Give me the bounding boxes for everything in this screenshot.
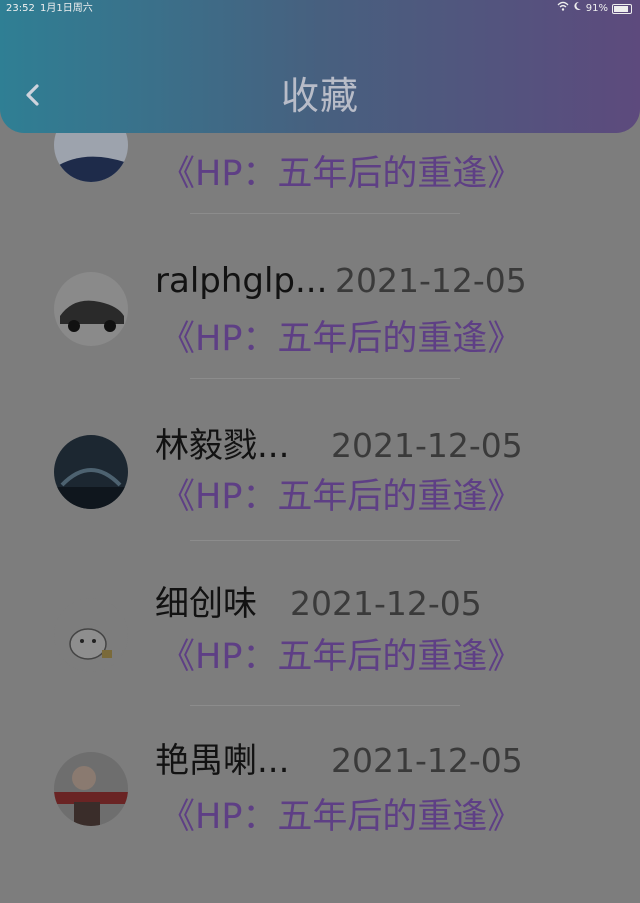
wifi-icon (557, 0, 569, 18)
favorite-date: 2021-12-05 (335, 261, 527, 300)
user-name: 细创味 (155, 584, 257, 624)
list-item[interactable]: ralphglp... 2021-12-05 《HP：五年后的重逢》 (0, 250, 640, 415)
divider (190, 540, 460, 541)
list-item[interactable]: 艳禺喇... 2021-12-05 《HP：五年后的重逢》 (0, 738, 640, 903)
battery-icon (612, 4, 632, 14)
favorite-date: 2021-12-05 (331, 426, 523, 465)
avatar (54, 435, 128, 509)
user-name: 艳禺喇... (155, 741, 290, 781)
avatar (54, 752, 128, 826)
battery-percent: 91% (585, 3, 608, 14)
book-title: 《HP：五年后的重逢》 (160, 637, 523, 677)
divider (190, 705, 460, 706)
book-title: 《HP：五年后的重逢》 (160, 319, 523, 359)
favorite-date: 2021-12-05 (290, 584, 482, 623)
status-bar: 23:52 1月1日周六 91% (0, 0, 640, 18)
book-title: 《HP：五年后的重逢》 (160, 154, 523, 194)
avatar (54, 598, 128, 672)
divider (190, 213, 460, 214)
status-indicators: 91% (557, 0, 632, 18)
book-title: 《HP：五年后的重逢》 (160, 797, 523, 837)
favorite-date: 2021-12-05 (331, 741, 523, 780)
list-item[interactable]: 林毅戮... 2021-12-05 《HP：五年后的重逢》 (0, 415, 640, 580)
divider (190, 378, 460, 379)
header-bar: 23:52 1月1日周六 91% 收藏 (0, 0, 640, 133)
list-item[interactable]: 细创味 2021-12-05 《HP：五年后的重逢》 (0, 578, 640, 743)
moon-icon (573, 0, 582, 18)
book-title: 《HP：五年后的重逢》 (160, 477, 523, 517)
avatar (54, 272, 128, 346)
page-title: 收藏 (280, 74, 359, 118)
status-time: 23:52 (6, 3, 35, 14)
status-date: 1月1日周六 (40, 3, 93, 14)
user-name: ralphglp... (155, 261, 328, 301)
user-name: 林毅戮... (155, 426, 290, 466)
